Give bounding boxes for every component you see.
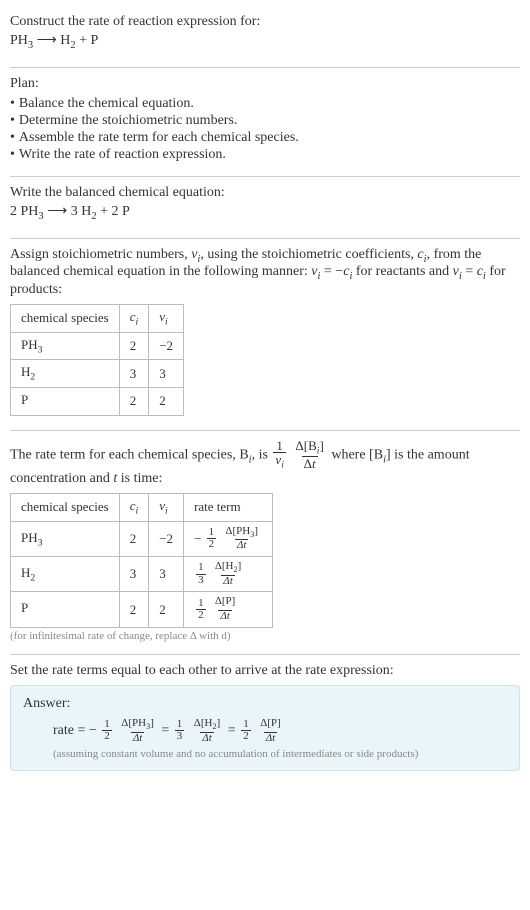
bullet-icon: • [10, 96, 15, 112]
plan-section: Plan: •Balance the chemical equation. •D… [10, 70, 520, 174]
divider [10, 238, 520, 239]
divider [10, 430, 520, 431]
stoich-section: Assign stoichiometric numbers, νi, using… [10, 241, 520, 428]
coef-ph3: 2 PH3 [10, 204, 44, 219]
answer-box: Answer: rate = − 12 Δ[PH3]Δt = 13 Δ[H2]Δ… [10, 685, 520, 771]
species-h2: H2 [60, 33, 75, 48]
answer-expression: rate = − 12 Δ[PH3]Δt = 13 Δ[H2]Δt = 12 Δ… [23, 718, 507, 744]
balanced-equation: 2 PH3 ⟶ 3 H2 + 2 P [10, 203, 520, 222]
plan-list: •Balance the chemical equation. •Determi… [10, 96, 520, 163]
unbalanced-equation: PH3 ⟶ H2 + P [10, 32, 520, 51]
plan-item: •Balance the chemical equation. [10, 96, 520, 112]
table-header-row: chemical species ci νi rate term [11, 494, 273, 522]
col-ci: ci [119, 494, 149, 522]
divider [10, 176, 520, 177]
plan-item: •Assemble the rate term for each chemica… [10, 130, 520, 146]
arrow-icon: ⟶ [47, 204, 67, 219]
bullet-icon: • [10, 113, 15, 129]
plan-item: •Determine the stoichiometric numbers. [10, 113, 520, 129]
col-rate: rate term [184, 494, 273, 522]
table-row: PH3 2 −2 [11, 332, 184, 360]
table-row: P 2 2 [11, 387, 184, 415]
col-ci: ci [119, 305, 149, 333]
answer-note: (assuming constant volume and no accumul… [23, 748, 507, 760]
prompt-text: Construct the rate of reaction expressio… [10, 14, 520, 30]
balanced-title: Write the balanced chemical equation: [10, 185, 520, 201]
col-vi: νi [149, 494, 184, 522]
bullet-icon: • [10, 147, 15, 163]
divider [10, 67, 520, 68]
table-row: P 2 2 12 Δ[P]Δt [11, 592, 273, 627]
table-row: H2 3 3 13 Δ[H2]Δt [11, 557, 273, 592]
fraction: Δ[Bi] Δt [293, 439, 325, 471]
stoich-table: chemical species ci νi PH3 2 −2 H2 3 3 P… [10, 304, 184, 415]
species-p: P [91, 33, 99, 48]
answer-label: Answer: [23, 696, 507, 712]
col-vi: νi [149, 305, 184, 333]
balanced-section: Write the balanced chemical equation: 2 … [10, 179, 520, 236]
coef-h2: 3 H2 [71, 204, 97, 219]
final-section: Set the rate terms equal to each other t… [10, 657, 520, 781]
plan-title: Plan: [10, 76, 520, 92]
rate-term-section: The rate term for each chemical species,… [10, 433, 520, 652]
species-ph3: PH3 [10, 33, 33, 48]
coef-p: 2 P [112, 204, 130, 219]
col-species: chemical species [11, 305, 120, 333]
table-header-row: chemical species ci νi [11, 305, 184, 333]
infinitesimal-note: (for infinitesimal rate of change, repla… [10, 630, 520, 642]
bullet-icon: • [10, 130, 15, 146]
rate-term-table: chemical species ci νi rate term PH3 2 −… [10, 493, 273, 628]
arrow-icon: ⟶ [37, 33, 57, 48]
divider [10, 654, 520, 655]
table-row: PH3 2 −2 − 12 Δ[PH3]Δt [11, 521, 273, 556]
fraction: 1 νi [273, 439, 286, 471]
plan-item: •Write the rate of reaction expression. [10, 147, 520, 163]
table-row: H2 3 3 [11, 360, 184, 388]
stoich-intro: Assign stoichiometric numbers, νi, using… [10, 247, 520, 299]
col-species: chemical species [11, 494, 120, 522]
rate-term-intro: The rate term for each chemical species,… [10, 439, 520, 487]
problem-header: Construct the rate of reaction expressio… [10, 8, 520, 65]
final-title: Set the rate terms equal to each other t… [10, 663, 520, 679]
